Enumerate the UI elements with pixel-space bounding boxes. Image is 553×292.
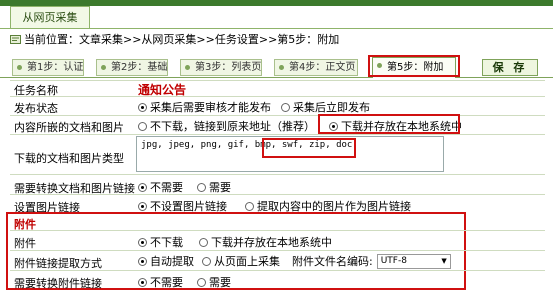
row-divider [10, 270, 545, 271]
attach-extract-label: 附件链接提取方式 [14, 257, 102, 270]
radio-icon [245, 201, 254, 211]
row-divider [10, 115, 545, 116]
publish-immediate-option[interactable]: 采集后立即发布 [281, 99, 370, 115]
radio-icon [197, 182, 206, 192]
tab-step-1[interactable]: 第1步：认证 [12, 59, 84, 76]
row-divider [10, 134, 545, 135]
attach-auto-option[interactable]: 自动提取 [138, 253, 194, 269]
radio-icon [197, 277, 206, 287]
option-label: 采集后立即发布 [293, 101, 370, 114]
attach-convert-label: 需要转换附件链接 [14, 277, 102, 290]
step-label: 第2步：基础 [111, 62, 168, 73]
radio-icon [138, 237, 147, 247]
radio-icon [281, 102, 290, 112]
dropdown-arrow-icon: ▼ [441, 257, 447, 265]
option-label: 自动提取 [150, 255, 194, 268]
publish-review-option[interactable]: 采集后需要审核才能发布 [138, 99, 271, 115]
header-tab[interactable]: 从网页采集 [10, 6, 90, 28]
download-types-label: 下载的文档和图片类型 [14, 152, 124, 165]
step-dot-icon [17, 65, 22, 70]
tab-step-4[interactable]: 第4步：正文页 [274, 59, 358, 76]
attachment-download-option[interactable]: 下载并存放在本地系统中 [199, 234, 332, 250]
row-divider [10, 174, 545, 175]
radio-icon [138, 121, 147, 131]
breadcrumb: 当前位置：文章采集>>从网页采集>>任务设置>>第5步：附加 [24, 33, 340, 46]
highlight-download-local [318, 114, 460, 134]
radio-icon [138, 201, 147, 211]
tab-step-3[interactable]: 第3步：列表页 [180, 59, 262, 76]
radio-icon [138, 102, 147, 112]
step-dot-icon [279, 65, 284, 70]
step-label: 第1步：认证 [27, 62, 84, 73]
publish-status-label: 发布状态 [14, 102, 58, 115]
attach-convert-no-option[interactable]: 不需要 [138, 274, 183, 290]
save-button[interactable]: 保 存 [482, 59, 538, 76]
option-label: 需要 [209, 276, 231, 289]
convert-yes-option[interactable]: 需要 [197, 179, 231, 195]
tab-step-2[interactable]: 第2步：基础 [96, 59, 168, 76]
option-label: 下载并存放在本地系统中 [211, 236, 332, 249]
row-divider [10, 250, 545, 251]
highlight-file-types [262, 138, 356, 158]
step-dot-icon [101, 65, 106, 70]
option-label: 从页面上采集 [214, 255, 280, 268]
attachment-label: 附件 [14, 237, 36, 250]
embedded-link-option[interactable]: 不下载，链接到原来地址（推荐） [138, 118, 315, 134]
radio-icon [199, 237, 208, 247]
encoding-label: 附件文件名编码: [292, 255, 373, 268]
radio-icon [138, 182, 147, 192]
radio-icon [202, 256, 211, 266]
attach-convert-yes-option[interactable]: 需要 [197, 274, 231, 290]
location-icon [10, 35, 21, 44]
option-label: 需要 [209, 181, 231, 194]
encoding-select[interactable]: UTF-8 ▼ [376, 253, 451, 269]
highlight-step5 [368, 55, 460, 77]
embedded-docs-label: 内容所嵌的文档和图片 [14, 121, 124, 134]
step-dot-icon [185, 65, 190, 70]
encoding-value: UTF-8 [380, 256, 407, 266]
step-label: 第4步：正文页 [289, 62, 356, 73]
attachment-no-download-option[interactable]: 不下载 [138, 234, 183, 250]
option-label: 采集后需要审核才能发布 [150, 101, 271, 114]
option-label: 不下载，链接到原来地址（推荐） [150, 120, 315, 133]
row-divider [10, 194, 545, 195]
option-label: 不需要 [150, 181, 183, 194]
step-label: 第3步：列表页 [195, 62, 262, 73]
option-label: 不下载 [150, 236, 183, 249]
row-divider [10, 80, 545, 81]
convert-no-option[interactable]: 不需要 [138, 179, 183, 195]
row-divider [10, 230, 545, 231]
radio-icon [138, 277, 147, 287]
option-label: 不需要 [150, 276, 183, 289]
radio-icon [138, 256, 147, 266]
row-divider [10, 96, 545, 97]
attach-page-option[interactable]: 从页面上采集 [202, 253, 280, 269]
